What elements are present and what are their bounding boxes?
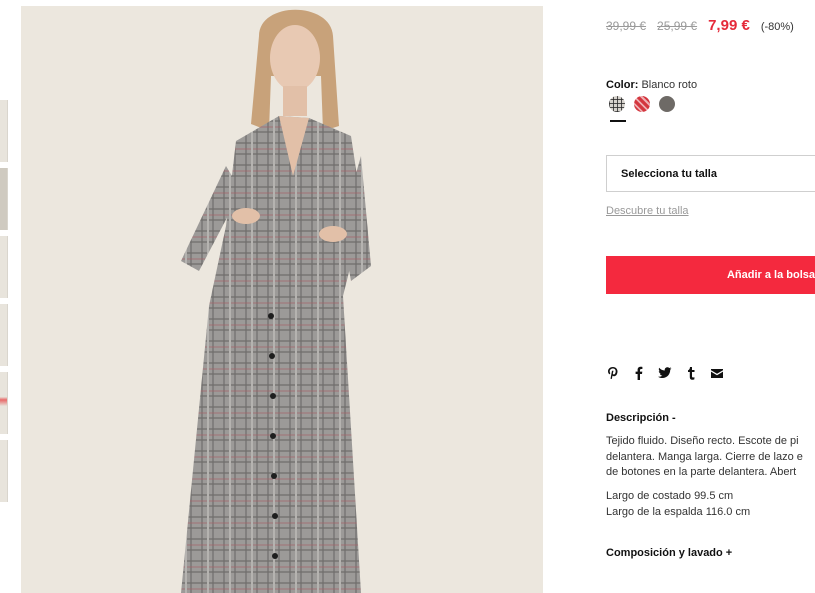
- grey-swatch[interactable]: [659, 96, 675, 112]
- color-value: Blanco roto: [641, 79, 698, 91]
- product-photo: [21, 6, 543, 593]
- selected-swatch-indicator: [610, 120, 626, 122]
- price-row: 39,99 € 25,99 € 7,99 € (-80%): [606, 17, 794, 34]
- twitter-icon[interactable]: [658, 366, 672, 380]
- color-label-row: Color: Blanco roto: [606, 79, 697, 91]
- thumbnail[interactable]: [0, 168, 8, 230]
- description-line: de botones en la parte delantera. Abert: [606, 466, 797, 478]
- discount-badge: (-80%): [760, 21, 794, 33]
- original-price: 39,99 €: [606, 19, 647, 33]
- add-to-bag-button[interactable]: Añadir a la bolsa: [606, 256, 815, 294]
- mail-icon[interactable]: [710, 366, 724, 380]
- description-text: Tejido fluido. Diseño recto. Escote de p…: [606, 434, 815, 481]
- thumbnail[interactable]: [0, 236, 8, 298]
- thumbnail-strip: [0, 100, 8, 508]
- size-select[interactable]: Selecciona tu talla: [606, 155, 815, 192]
- description-toggle[interactable]: Descripción -: [606, 412, 676, 424]
- measurements: Largo de costado 99.5 cm Largo de la esp…: [606, 489, 750, 520]
- product-info-panel: 39,99 € 25,99 € 7,99 € (-80%) Color: Bla…: [606, 0, 815, 593]
- measurement-line: Largo de costado 99.5 cm: [606, 490, 734, 502]
- plaid-swatch[interactable]: [609, 96, 625, 112]
- thumbnail[interactable]: [0, 304, 8, 366]
- share-icons: [606, 366, 724, 380]
- size-guide-link[interactable]: Descubre tu talla: [606, 205, 689, 217]
- thumbnail[interactable]: [0, 440, 8, 502]
- description-line: Tejido fluido. Diseño recto. Escote de p…: [606, 435, 799, 447]
- facebook-icon[interactable]: [632, 366, 646, 380]
- color-label: Color:: [606, 79, 639, 91]
- pinterest-icon[interactable]: [606, 366, 620, 380]
- sale-price: 7,99 €: [708, 17, 750, 34]
- previous-price: 25,99 €: [657, 19, 698, 33]
- color-swatches: [609, 96, 675, 112]
- red-print-swatch[interactable]: [634, 96, 650, 112]
- thumbnail[interactable]: [0, 100, 8, 162]
- composition-toggle[interactable]: Composición y lavado +: [606, 547, 732, 559]
- tumblr-icon[interactable]: [684, 366, 698, 380]
- measurement-line: Largo de la espalda 116.0 cm: [606, 505, 751, 518]
- description-line: delantera. Manga larga. Cierre de lazo e: [606, 450, 803, 463]
- thumbnail[interactable]: [0, 372, 8, 434]
